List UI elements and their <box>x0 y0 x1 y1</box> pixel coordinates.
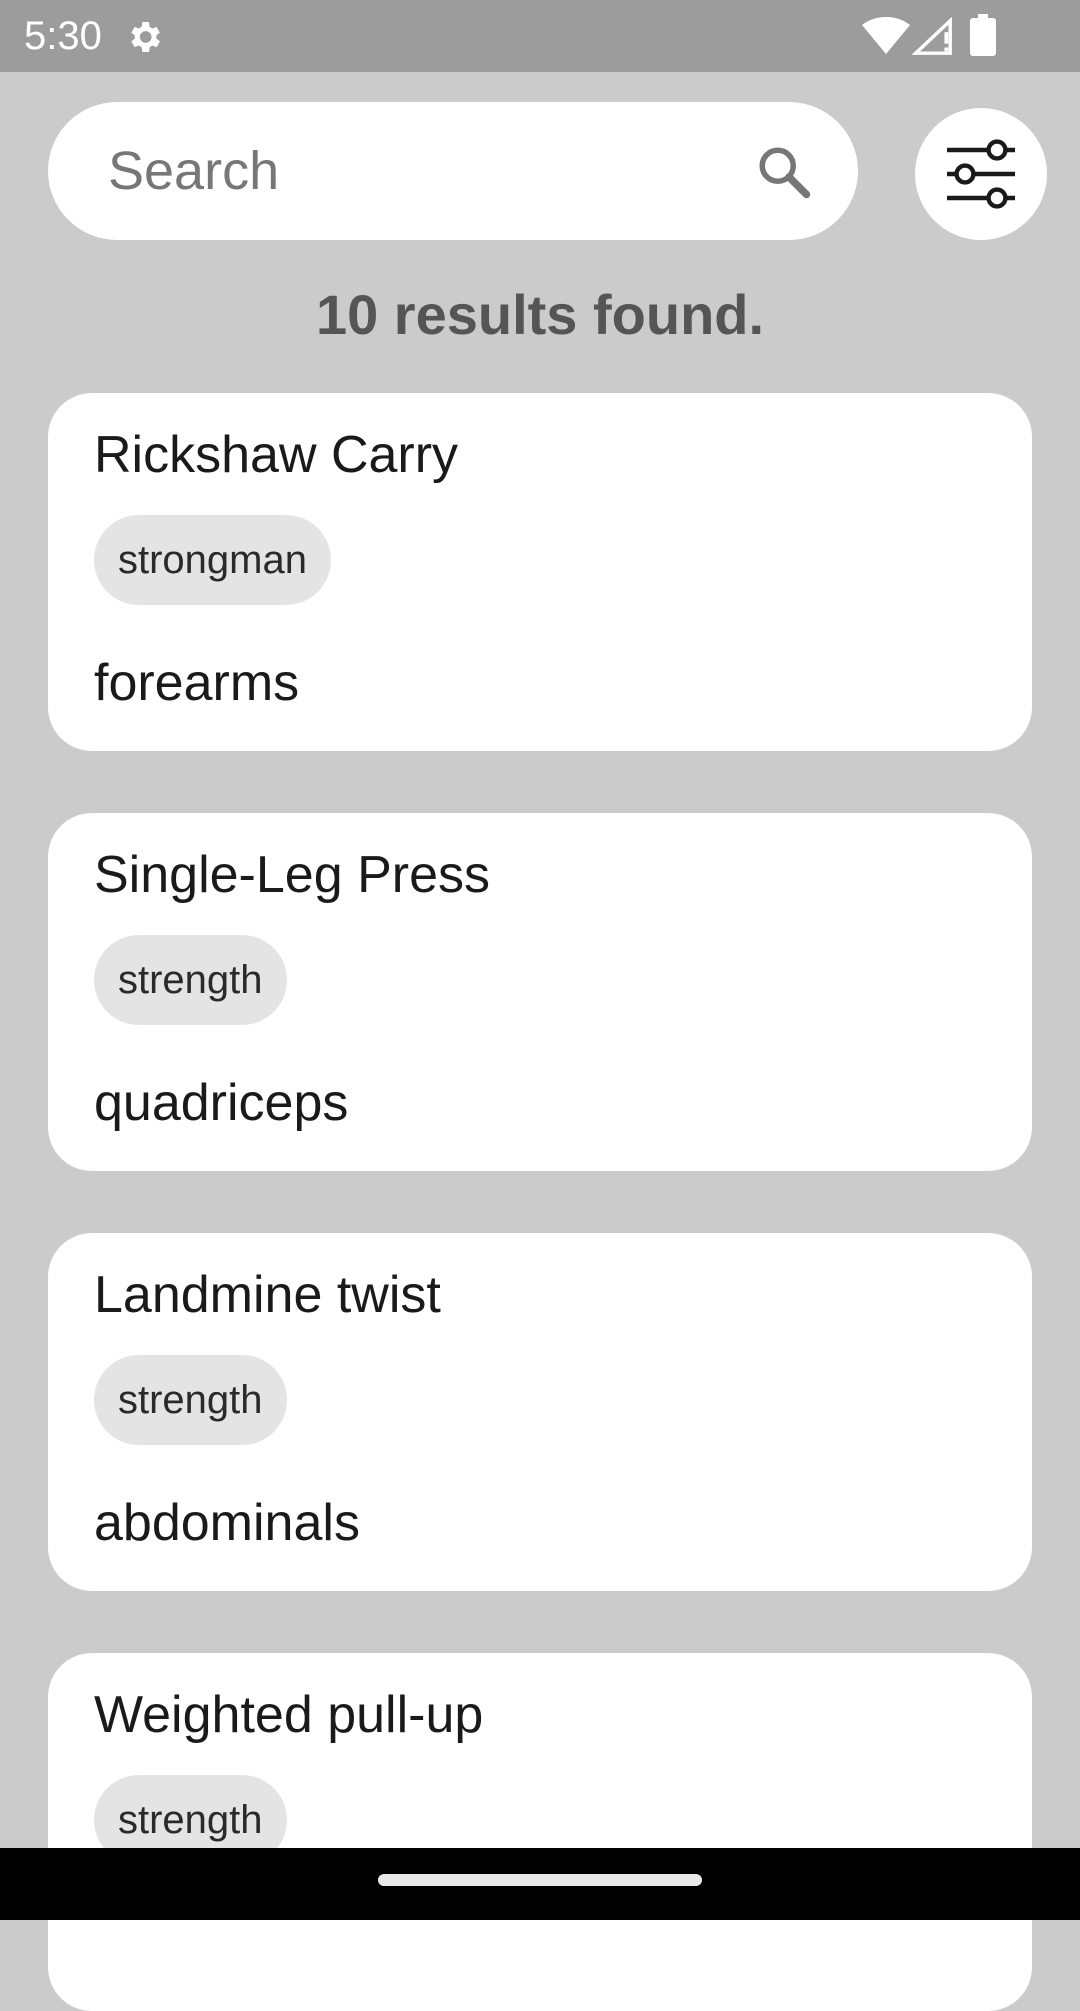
results-count: 10 results found. <box>315 283 765 346</box>
home-indicator[interactable] <box>378 1874 702 1886</box>
exercise-name: Single-Leg Press <box>94 846 490 904</box>
navigation-bar <box>0 1848 1080 1920</box>
muscle-label: abdominals <box>94 1494 360 1552</box>
status-bar: 5:30 <box>0 0 1080 72</box>
category-chip: strength <box>94 935 287 1025</box>
sliders-icon <box>947 139 1015 209</box>
category-chip: strength <box>94 1355 287 1445</box>
exercise-card[interactable]: Landmine twist strength abdominals <box>48 1233 1032 1591</box>
battery-icon <box>970 14 996 56</box>
gear-icon <box>131 22 160 52</box>
search-input[interactable] <box>108 136 708 206</box>
wifi-icon <box>862 17 910 54</box>
exercise-name: Weighted pull-up <box>94 1686 484 1744</box>
exercise-card[interactable]: Single-Leg Press strength quadriceps <box>48 813 1032 1171</box>
exercise-name: Landmine twist <box>94 1266 441 1324</box>
exercise-card[interactable]: Weighted pull-up strength <box>48 1653 1032 2011</box>
muscle-label: quadriceps <box>94 1074 349 1132</box>
muscle-label: forearms <box>94 654 300 712</box>
search-icon[interactable] <box>754 142 814 202</box>
category-chip: strongman <box>94 515 331 605</box>
status-time: 5:30 <box>24 14 102 58</box>
filter-button[interactable] <box>915 108 1047 240</box>
signal-icon <box>912 16 952 55</box>
exercise-card[interactable]: Rickshaw Carry strongman forearms <box>48 393 1032 751</box>
exercise-name: Rickshaw Carry <box>94 426 459 484</box>
search-box[interactable] <box>48 102 858 240</box>
